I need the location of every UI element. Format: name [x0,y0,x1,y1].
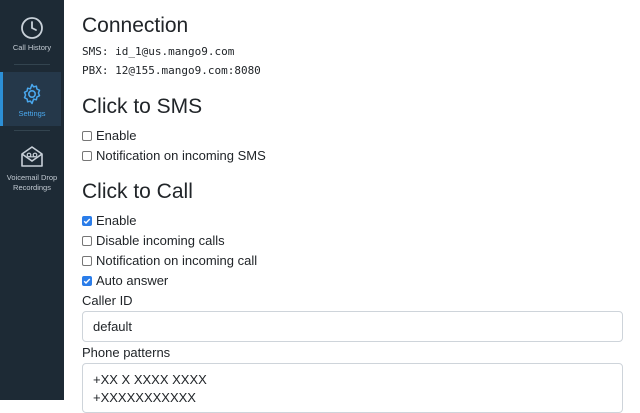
call-notification-checkbox[interactable] [82,255,92,266]
sidebar-divider [14,130,50,131]
phone-pattern-line: +XX X XXXX XXXX [93,372,207,387]
sms-notification-checkbox[interactable] [82,150,92,161]
sidebar-item-voicemail-drop[interactable]: Voicemail Drop Recordings [0,144,64,193]
auto-answer-checkbox[interactable] [82,275,92,286]
sms-enable-option[interactable]: Enable [82,128,136,143]
checkbox-label: Enable [96,128,137,143]
sidebar-divider [14,64,50,65]
sidebar: Call History Settings Voicemail Drop Rec… [0,0,64,400]
sidebar-item-call-history[interactable]: Call History [0,16,64,53]
phone-pattern-line: +XXXXXXXXXXX [93,390,196,405]
sidebar-item-label: Call History [12,43,52,52]
checkmark-icon [83,218,91,224]
checkbox-label: Auto answer [96,273,169,288]
call-enable-option[interactable]: Enable [82,213,136,228]
voicemail-drop-icon [0,144,64,170]
pbx-account: PBX: 12@155.mango9.com:8080 [82,64,261,77]
call-notification-option[interactable]: Notification on incoming call [82,253,257,268]
sms-notification-option[interactable]: Notification on incoming SMS [82,148,266,163]
connection-heading: Connection [82,14,189,37]
disable-incoming-calls-option[interactable]: Disable incoming calls [82,233,225,248]
click-to-sms-heading: Click to SMS [82,95,203,118]
click-to-call-heading: Click to Call [82,180,193,203]
gear-icon [3,82,61,106]
checkbox-label: Notification on incoming SMS [96,148,266,163]
phone-patterns-textarea[interactable]: +XX X XXXX XXXX +XXXXXXXXXXX [82,363,623,413]
disable-incoming-calls-checkbox[interactable] [82,235,92,246]
checkbox-label: Notification on incoming call [96,253,258,268]
phone-patterns-label: Phone patterns [82,345,171,360]
auto-answer-option[interactable]: Auto answer [82,273,168,288]
clock-icon [0,16,64,40]
checkmark-icon [83,278,91,284]
caller-id-value: default [93,319,133,334]
caller-id-label: Caller ID [82,293,133,308]
sms-enable-checkbox[interactable] [82,130,92,141]
checkbox-label: Enable [96,213,137,228]
sidebar-item-label: Settings [18,109,46,118]
checkbox-label: Disable incoming calls [96,233,225,248]
sidebar-item-settings[interactable]: Settings [0,72,61,126]
call-enable-checkbox[interactable] [82,215,92,226]
sms-account: SMS: id_1@us.mango9.com [82,45,235,58]
sidebar-item-label: Voicemail Drop Recordings [6,173,58,192]
caller-id-input[interactable]: default [82,311,623,342]
